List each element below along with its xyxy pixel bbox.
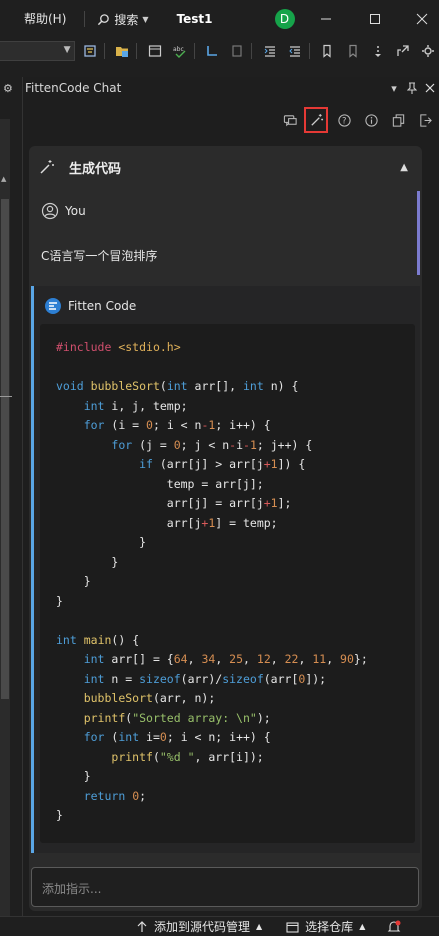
close-icon[interactable] bbox=[410, 8, 434, 30]
toolbar: ▼ abc bbox=[0, 38, 439, 64]
assistant-message: Fitten Code #include <stdio.h> void bubb… bbox=[31, 286, 420, 853]
gear-icon[interactable]: ⚙ bbox=[3, 82, 15, 95]
fitten-logo-icon bbox=[45, 298, 61, 314]
app-title: Test1 bbox=[176, 12, 213, 26]
chevron-down-icon: ▼ bbox=[63, 45, 71, 55]
editor-strip: ⚙ ▲ bbox=[0, 64, 20, 936]
chat-toolbar: ? bbox=[277, 107, 439, 133]
svg-text:abc: abc bbox=[173, 46, 184, 53]
user-message: You C语言写一个冒泡排序 bbox=[31, 191, 420, 275]
search-icon bbox=[98, 13, 110, 25]
code-block[interactable]: #include <stdio.h> void bubbleSort(int a… bbox=[40, 324, 415, 843]
add-to-source-control-label: 添加到源代码管理 bbox=[154, 920, 251, 934]
settings-icon[interactable] bbox=[418, 41, 439, 61]
magic-wand-icon[interactable] bbox=[304, 107, 328, 133]
user-name: You bbox=[65, 204, 86, 218]
title-bar: 帮助(H) 搜索 ▼ Test1 D bbox=[0, 0, 439, 38]
info-icon[interactable] bbox=[358, 107, 385, 133]
search-label: 搜索 bbox=[114, 12, 139, 27]
conversation-header[interactable]: 生成代码 ▲ bbox=[29, 146, 422, 188]
assistant-message-author: Fitten Code bbox=[44, 297, 136, 315]
instruction-input[interactable]: 添加指示... bbox=[31, 867, 419, 907]
folder-icon[interactable] bbox=[112, 41, 133, 61]
fittencode-chat-panel: FittenCode Chat ▾ ? 生成代码 ▲ You C语言写一个冒泡排… bbox=[22, 77, 439, 916]
panel-title: FittenCode Chat bbox=[25, 81, 122, 95]
dropdown-more-icon[interactable] bbox=[367, 41, 388, 61]
arrow-up-icon bbox=[137, 920, 147, 932]
indent-icon[interactable] bbox=[259, 41, 280, 61]
bookmark-toggle-icon[interactable] bbox=[342, 41, 363, 61]
maximize-icon[interactable] bbox=[363, 8, 387, 30]
comment-icon[interactable] bbox=[277, 107, 304, 133]
filter-icon[interactable] bbox=[79, 41, 100, 61]
notifications-button[interactable] bbox=[387, 920, 401, 934]
account-avatar[interactable]: D bbox=[274, 9, 295, 29]
editor-marker bbox=[0, 396, 12, 397]
share-icon[interactable] bbox=[392, 41, 413, 61]
bookmark-list-icon[interactable] bbox=[227, 41, 248, 61]
select-repository-label: 选择仓库 bbox=[305, 920, 354, 934]
add-to-source-control-button[interactable]: 添加到源代码管理 ▲ bbox=[136, 918, 262, 935]
step-icon[interactable] bbox=[202, 41, 223, 61]
menu-separator bbox=[84, 11, 86, 27]
user-message-text: C语言写一个冒泡排序 bbox=[41, 249, 158, 263]
conversation-title: 生成代码 bbox=[69, 161, 122, 177]
copy-icon[interactable] bbox=[385, 107, 412, 133]
pin-icon[interactable] bbox=[403, 79, 421, 97]
configuration-dropdown[interactable]: ▼ bbox=[0, 41, 76, 61]
panel-header: FittenCode Chat ▾ bbox=[23, 77, 439, 99]
editor-scrollbar[interactable]: ▲ bbox=[0, 119, 10, 936]
select-repository-button[interactable]: 选择仓库 ▲ bbox=[286, 918, 365, 935]
chevron-up-icon: ▲ bbox=[359, 922, 366, 931]
bookmark-icon[interactable] bbox=[317, 41, 338, 61]
close-icon[interactable] bbox=[421, 79, 439, 97]
conversation-card: 生成代码 ▲ You C语言写一个冒泡排序 Fitten Code #inclu… bbox=[29, 146, 422, 911]
minimize-icon[interactable] bbox=[314, 8, 338, 30]
user-message-author: You bbox=[41, 202, 86, 220]
code-content: #include <stdio.h> void bubbleSort(int a… bbox=[56, 340, 368, 822]
scroll-up-icon[interactable]: ▲ bbox=[1, 175, 6, 183]
magic-wand-icon bbox=[40, 160, 54, 174]
exit-icon[interactable] bbox=[412, 107, 439, 133]
svg-text:?: ? bbox=[342, 115, 346, 125]
window-icon[interactable] bbox=[144, 41, 165, 61]
outdent-icon[interactable] bbox=[284, 41, 305, 61]
status-bar: 添加到源代码管理 ▲ 选择仓库 ▲ bbox=[0, 916, 439, 936]
user-icon bbox=[41, 202, 59, 220]
help-icon[interactable]: ? bbox=[331, 107, 358, 133]
chevron-down-icon[interactable]: ▾ bbox=[385, 79, 403, 97]
assistant-name: Fitten Code bbox=[68, 299, 137, 313]
bell-icon bbox=[388, 920, 401, 932]
collapse-icon[interactable]: ▲ bbox=[400, 162, 408, 173]
spellcheck-icon[interactable]: abc bbox=[169, 41, 190, 61]
menu-help[interactable]: 帮助(H) bbox=[18, 7, 72, 31]
chevron-up-icon: ▲ bbox=[256, 922, 263, 931]
repository-icon bbox=[286, 921, 299, 933]
scroll-thumb[interactable] bbox=[1, 199, 9, 699]
chevron-down-icon: ▼ bbox=[142, 14, 149, 24]
search-button[interactable]: 搜索 ▼ bbox=[97, 11, 149, 28]
